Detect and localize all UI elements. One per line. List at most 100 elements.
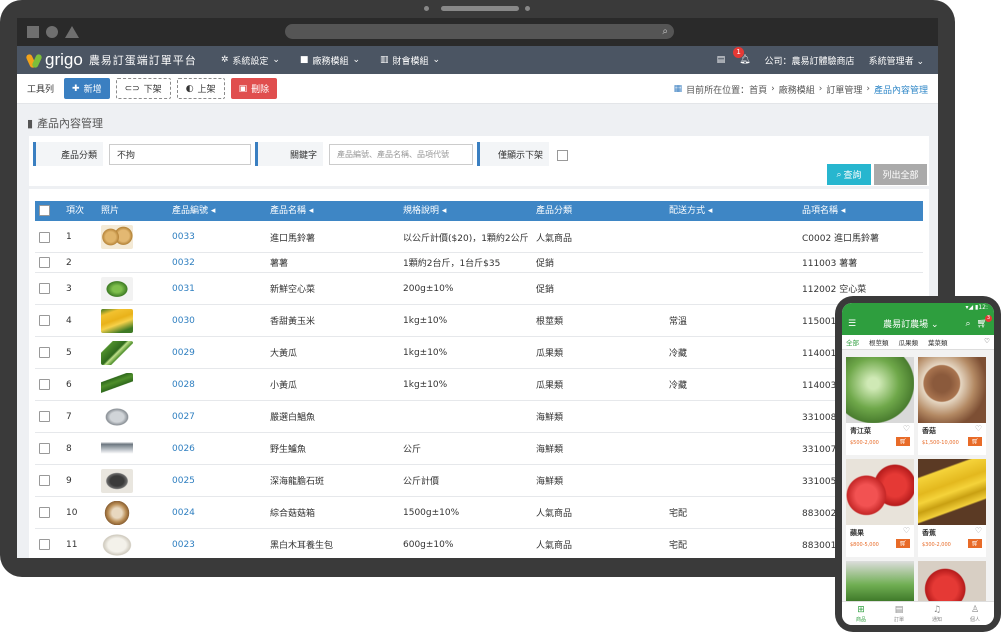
tab-all[interactable]: 全部 bbox=[846, 337, 859, 347]
search-icon[interactable]: ⌕ bbox=[966, 319, 971, 329]
keyword-input[interactable]: 產品編號、產品名稱、品項代號 bbox=[329, 144, 473, 165]
cell-cat: 根莖類 bbox=[536, 317, 564, 327]
product-card[interactable]: 青江菜 ♡ $500-2,000 🛒︎ bbox=[846, 357, 914, 455]
menu-icon[interactable]: ☰ bbox=[848, 319, 856, 329]
cell-code[interactable]: 0027 bbox=[172, 401, 195, 432]
product-card[interactable]: 香菇 ♡ $1,500-10,000 🛒︎ bbox=[918, 357, 986, 455]
col-item-name[interactable]: 品項名稱 ◂ bbox=[802, 201, 845, 221]
table-row[interactable]: 4 0030 香甜黃玉米 1kg±10% 根莖類 常溫 115001 玉 bbox=[35, 305, 923, 337]
select-all-checkbox[interactable] bbox=[39, 205, 50, 216]
window-square-icon[interactable] bbox=[27, 26, 39, 38]
tab-root[interactable]: 根莖類 bbox=[869, 337, 889, 347]
cell-cat: 海鮮類 bbox=[536, 477, 564, 487]
cell-code[interactable]: 0023 bbox=[172, 529, 195, 558]
heart-icon[interactable]: ♡ bbox=[975, 526, 982, 535]
search-icon: ⌕ bbox=[662, 26, 668, 37]
cell-code[interactable]: 0031 bbox=[172, 273, 195, 304]
chevron-down-icon: ⌄ bbox=[272, 55, 280, 65]
unlisted-checkbox[interactable] bbox=[557, 150, 568, 161]
table-row[interactable]: 3 0031 新鮮空心菜 200g±10% 促銷 112002 空心菜 bbox=[35, 273, 923, 305]
menu-system-settings[interactable]: ✲ 系統設定 ⌄ bbox=[221, 54, 280, 67]
nav-products[interactable]: ⊞ 商品 bbox=[856, 605, 866, 623]
breadcrumb-prefix[interactable]: 目前所在位置：首頁 bbox=[686, 83, 767, 96]
delete-button[interactable]: ▣ 刪除 bbox=[230, 78, 278, 99]
nav-profile[interactable]: ♙ 個人 bbox=[970, 605, 980, 623]
product-card[interactable] bbox=[846, 561, 914, 601]
heart-icon[interactable]: ♡ bbox=[984, 337, 990, 345]
breadcrumb-item[interactable]: 訂單管理 bbox=[826, 83, 862, 96]
heart-icon[interactable]: ♡ bbox=[903, 424, 910, 433]
row-checkbox[interactable] bbox=[39, 315, 50, 326]
product-thumbnail bbox=[101, 465, 133, 496]
row-checkbox[interactable] bbox=[39, 507, 50, 518]
app-title: 農易訂蛋端訂單平台 bbox=[88, 54, 197, 67]
col-name[interactable]: 產品名稱 ◂ bbox=[270, 201, 313, 221]
product-thumbnail bbox=[101, 433, 133, 464]
row-checkbox[interactable] bbox=[39, 283, 50, 294]
doc-icon[interactable]: ▤ bbox=[717, 55, 726, 65]
cart-icon[interactable]: 🛒︎ 3 bbox=[977, 314, 992, 329]
window-circle-icon[interactable] bbox=[46, 26, 58, 38]
row-checkbox[interactable] bbox=[39, 411, 50, 422]
table-row[interactable]: 8 0026 野生鱸魚 公斤 海鮮類 331007 鱸 bbox=[35, 433, 923, 465]
list-button[interactable]: ◐ 上架 bbox=[176, 78, 225, 99]
cell-cat: 促銷 bbox=[536, 259, 555, 269]
row-checkbox[interactable] bbox=[39, 231, 50, 243]
cell-code[interactable]: 0024 bbox=[172, 497, 195, 528]
product-image bbox=[846, 459, 914, 525]
product-image bbox=[918, 357, 986, 423]
product-card[interactable]: 蘋果 ♡ $800-5,000 🛒︎ bbox=[846, 459, 914, 557]
row-checkbox[interactable] bbox=[39, 475, 50, 486]
nav-notifications[interactable]: ♫ 通知 bbox=[932, 605, 942, 623]
breadcrumb-item[interactable]: 廠務模組 bbox=[779, 83, 815, 96]
tab-melon[interactable]: 瓜果類 bbox=[899, 337, 919, 347]
add-cart-button[interactable]: 🛒︎ bbox=[896, 437, 910, 446]
table-row[interactable]: 9 0025 深海龍膽石斑 公斤計價 海鮮類 331005 石 bbox=[35, 465, 923, 497]
row-checkbox[interactable] bbox=[39, 347, 50, 358]
notification-bell[interactable]: 1 🔔︎ bbox=[733, 47, 751, 65]
add-cart-button[interactable]: 🛒︎ bbox=[968, 539, 982, 548]
window-triangle-icon[interactable] bbox=[65, 26, 79, 38]
logo[interactable]: grigo bbox=[25, 50, 83, 70]
col-code[interactable]: 產品編號 ◂ bbox=[172, 201, 215, 221]
cell-code[interactable]: 0030 bbox=[172, 305, 195, 336]
store-selector[interactable]: 農易訂農場 ⌄ bbox=[883, 317, 938, 330]
row-checkbox[interactable] bbox=[39, 539, 50, 550]
cell-code[interactable]: 0032 bbox=[172, 253, 195, 272]
address-bar[interactable]: ⌕ bbox=[285, 24, 674, 39]
tab-leafy[interactable]: 葉菜類 bbox=[928, 337, 948, 347]
product-card[interactable] bbox=[918, 561, 986, 601]
user-menu[interactable]: 系統管理者 ⌄ bbox=[869, 54, 924, 67]
cell-code[interactable]: 0028 bbox=[172, 369, 195, 400]
camera-dot bbox=[424, 6, 429, 11]
menu-factory-module[interactable]: ■ 廠務模組 ⌄ bbox=[300, 54, 360, 67]
list-all-button[interactable]: 列出全部 bbox=[874, 164, 927, 185]
cell-code[interactable]: 0025 bbox=[172, 465, 195, 496]
table-row[interactable]: 11 0023 黑白木耳養生包 600g±10% 人氣商品 宅配 883001 黑 bbox=[35, 529, 923, 558]
table-row[interactable]: 1 0033 進口馬鈴薯 以公斤計價($20)，1顆約2公斤 人氣商品 C0002 進口馬… bbox=[35, 222, 923, 253]
add-cart-button[interactable]: 🛒︎ bbox=[896, 539, 910, 548]
cell-code[interactable]: 0026 bbox=[172, 433, 195, 464]
heart-icon[interactable]: ♡ bbox=[903, 526, 910, 535]
add-cart-button[interactable]: 🛒︎ bbox=[968, 437, 982, 446]
heart-icon[interactable]: ♡ bbox=[975, 424, 982, 433]
menu-finance-module[interactable]: ▥ 財會模組 ⌄ bbox=[380, 54, 440, 67]
col-shipping[interactable]: 配送方式 ◂ bbox=[669, 201, 712, 221]
nav-orders[interactable]: ▤ 訂單 bbox=[894, 605, 904, 623]
table-row[interactable]: 7 0027 嚴選白鯧魚 海鮮類 331008 白 bbox=[35, 401, 923, 433]
col-spec[interactable]: 規格說明 ◂ bbox=[403, 201, 446, 221]
row-checkbox[interactable] bbox=[39, 443, 50, 454]
cell-code[interactable]: 0033 bbox=[172, 222, 195, 252]
product-card[interactable]: 香蕉 ♡ $300-2,000 🛒︎ bbox=[918, 459, 986, 557]
add-button[interactable]: ✚ 新增 bbox=[64, 78, 110, 99]
unlist-button[interactable]: ⊂⊃ 下架 bbox=[115, 78, 171, 99]
row-checkbox[interactable] bbox=[39, 257, 50, 268]
category-select[interactable]: 不拘 bbox=[109, 144, 251, 165]
table-row[interactable]: 10 0024 綜合菇菇箱 1500g±10% 人氣商品 宅配 883002 綜 bbox=[35, 497, 923, 529]
table-row[interactable]: 6 0028 小黃瓜 1kg±10% 瓜果類 冷藏 114003 小 bbox=[35, 369, 923, 401]
query-button[interactable]: ⌕ 查詢 bbox=[827, 164, 871, 185]
table-row[interactable]: 5 0029 大黃瓜 1kg±10% 瓜果類 冷藏 114001 大 bbox=[35, 337, 923, 369]
row-checkbox[interactable] bbox=[39, 379, 50, 390]
table-row[interactable]: 2 0032 薯薯 1顆約2台斤，1台斤$35 促銷 111003 薯薯 bbox=[35, 253, 923, 273]
cell-code[interactable]: 0029 bbox=[172, 337, 195, 368]
